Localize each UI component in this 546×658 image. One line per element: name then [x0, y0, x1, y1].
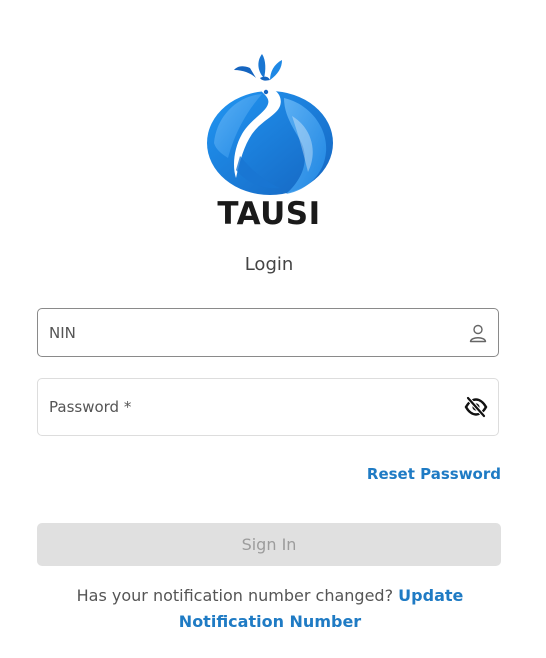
nin-field[interactable]: [37, 308, 499, 357]
brand-name: TAUSI: [217, 196, 321, 232]
page-title: Login: [244, 254, 294, 275]
sign-in-button[interactable]: Sign In: [37, 523, 501, 566]
login-page: TAUSI Login Reset Password Sign In Has y…: [0, 0, 546, 658]
nin-input[interactable]: [49, 309, 449, 356]
notification-question: Has your notification number changed?: [76, 586, 394, 605]
user-icon: [468, 323, 488, 343]
password-field[interactable]: [37, 378, 499, 436]
reset-password-link[interactable]: Reset Password: [367, 465, 501, 483]
password-input[interactable]: [49, 379, 449, 435]
notification-notice: Has your notification number changed? Up…: [30, 583, 510, 635]
tausi-logo-icon: [200, 48, 340, 196]
eye-off-icon[interactable]: [464, 396, 488, 418]
